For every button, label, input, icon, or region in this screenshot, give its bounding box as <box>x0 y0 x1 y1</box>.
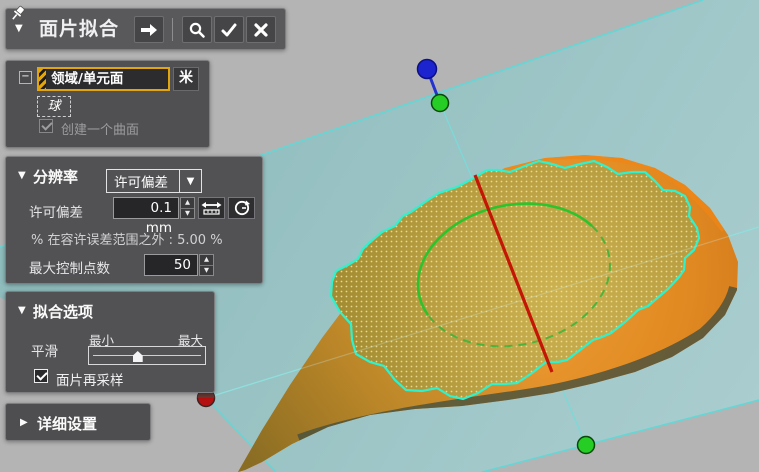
region-field-label: 领域/单元面 <box>46 69 168 89</box>
preview-button[interactable] <box>182 16 212 43</box>
detail-settings-title: 详细设置 <box>37 413 97 434</box>
rotate-clock-icon <box>233 199 251 217</box>
resolution-mode-value: 许可偏差 <box>107 171 179 191</box>
dropdown-caret-icon[interactable]: ▼ <box>179 170 201 192</box>
app-window: { "panel": { "header": { "title": "面片拟合"… <box>0 0 759 472</box>
active-field-hatch <box>39 69 46 89</box>
tool-panel-header: ▼ 面片拟合 <box>5 8 286 50</box>
slider-handle[interactable] <box>133 351 143 362</box>
ruler-arrows-icon <box>201 200 222 216</box>
collapse-box[interactable]: − <box>19 71 32 84</box>
smooth-label: 平滑 <box>31 340 58 360</box>
shape-type-chip[interactable]: 球 <box>37 96 71 117</box>
close-icon <box>253 22 269 38</box>
pin-icon[interactable] <box>9 4 27 24</box>
create-surface-label: 创建一个曲面 <box>61 119 139 138</box>
slider-track[interactable] <box>93 355 201 356</box>
next-stage-button[interactable] <box>134 16 164 43</box>
selection-filter-button[interactable]: 米 <box>173 67 199 91</box>
stepper-up-icon[interactable]: ▲ <box>200 255 213 266</box>
deviation-label: 许可偏差 <box>29 201 83 221</box>
out-of-tolerance-text: % 在容许误差范围之外 : 5.00 % <box>31 229 223 248</box>
max-control-points-input[interactable]: 50 <box>144 254 198 276</box>
arrow-right-icon <box>139 22 159 38</box>
max-control-points-stepper[interactable]: ▲ ▼ <box>199 254 214 276</box>
top-green-control-point[interactable] <box>432 95 449 112</box>
panel-collapse-caret[interactable]: ▼ <box>15 23 23 34</box>
detail-expand-caret[interactable]: ▶ <box>20 417 28 428</box>
resolution-mode-dropdown[interactable]: 许可偏差 ▼ <box>106 169 202 193</box>
stepper-down-icon[interactable]: ▼ <box>200 266 213 276</box>
blue-control-point[interactable] <box>418 60 437 79</box>
check-icon <box>220 22 238 38</box>
max-control-points-label: 最大控制点数 <box>29 257 110 277</box>
smooth-slider[interactable] <box>88 346 206 365</box>
fitting-collapse-caret[interactable]: ▼ <box>18 305 26 316</box>
resample-label: 面片再采样 <box>56 369 124 389</box>
create-surface-checkbox[interactable] <box>39 119 53 133</box>
panel-title: 面片拟合 <box>39 9 119 49</box>
region-selection-field[interactable]: 领域/单元面 <box>37 67 170 91</box>
accept-button[interactable] <box>214 16 244 43</box>
stepper-up-icon[interactable]: ▲ <box>181 198 194 209</box>
toolbar-separator <box>172 18 173 41</box>
measure-deviation-button[interactable] <box>198 197 225 219</box>
region-group-panel: − 领域/单元面 米 球 创建一个曲面 <box>5 60 210 148</box>
resample-checkbox[interactable] <box>34 369 48 383</box>
magnifier-icon <box>188 21 206 39</box>
resolution-group-panel: ▼ 分辨率 许可偏差 ▼ 许可偏差 0.1 mm ▲ ▼ % 在容许误差范围之外… <box>5 156 263 284</box>
fitting-options-panel: ▼ 拟合选项 平滑 最小 最大 面片再采样 <box>5 291 215 393</box>
resolution-collapse-caret[interactable]: ▼ <box>18 170 26 181</box>
deviation-input[interactable]: 0.1 mm <box>113 197 179 219</box>
deviation-stepper[interactable]: ▲ ▼ <box>180 197 195 219</box>
bottom-green-control-point[interactable] <box>578 437 595 454</box>
cancel-button[interactable] <box>246 16 276 43</box>
resolution-title: 分辨率 <box>33 166 78 187</box>
stepper-down-icon[interactable]: ▼ <box>181 209 194 219</box>
fitting-title: 拟合选项 <box>33 301 93 322</box>
detail-settings-bar[interactable]: ▶ 详细设置 <box>5 403 151 441</box>
estimate-button[interactable] <box>228 197 255 219</box>
